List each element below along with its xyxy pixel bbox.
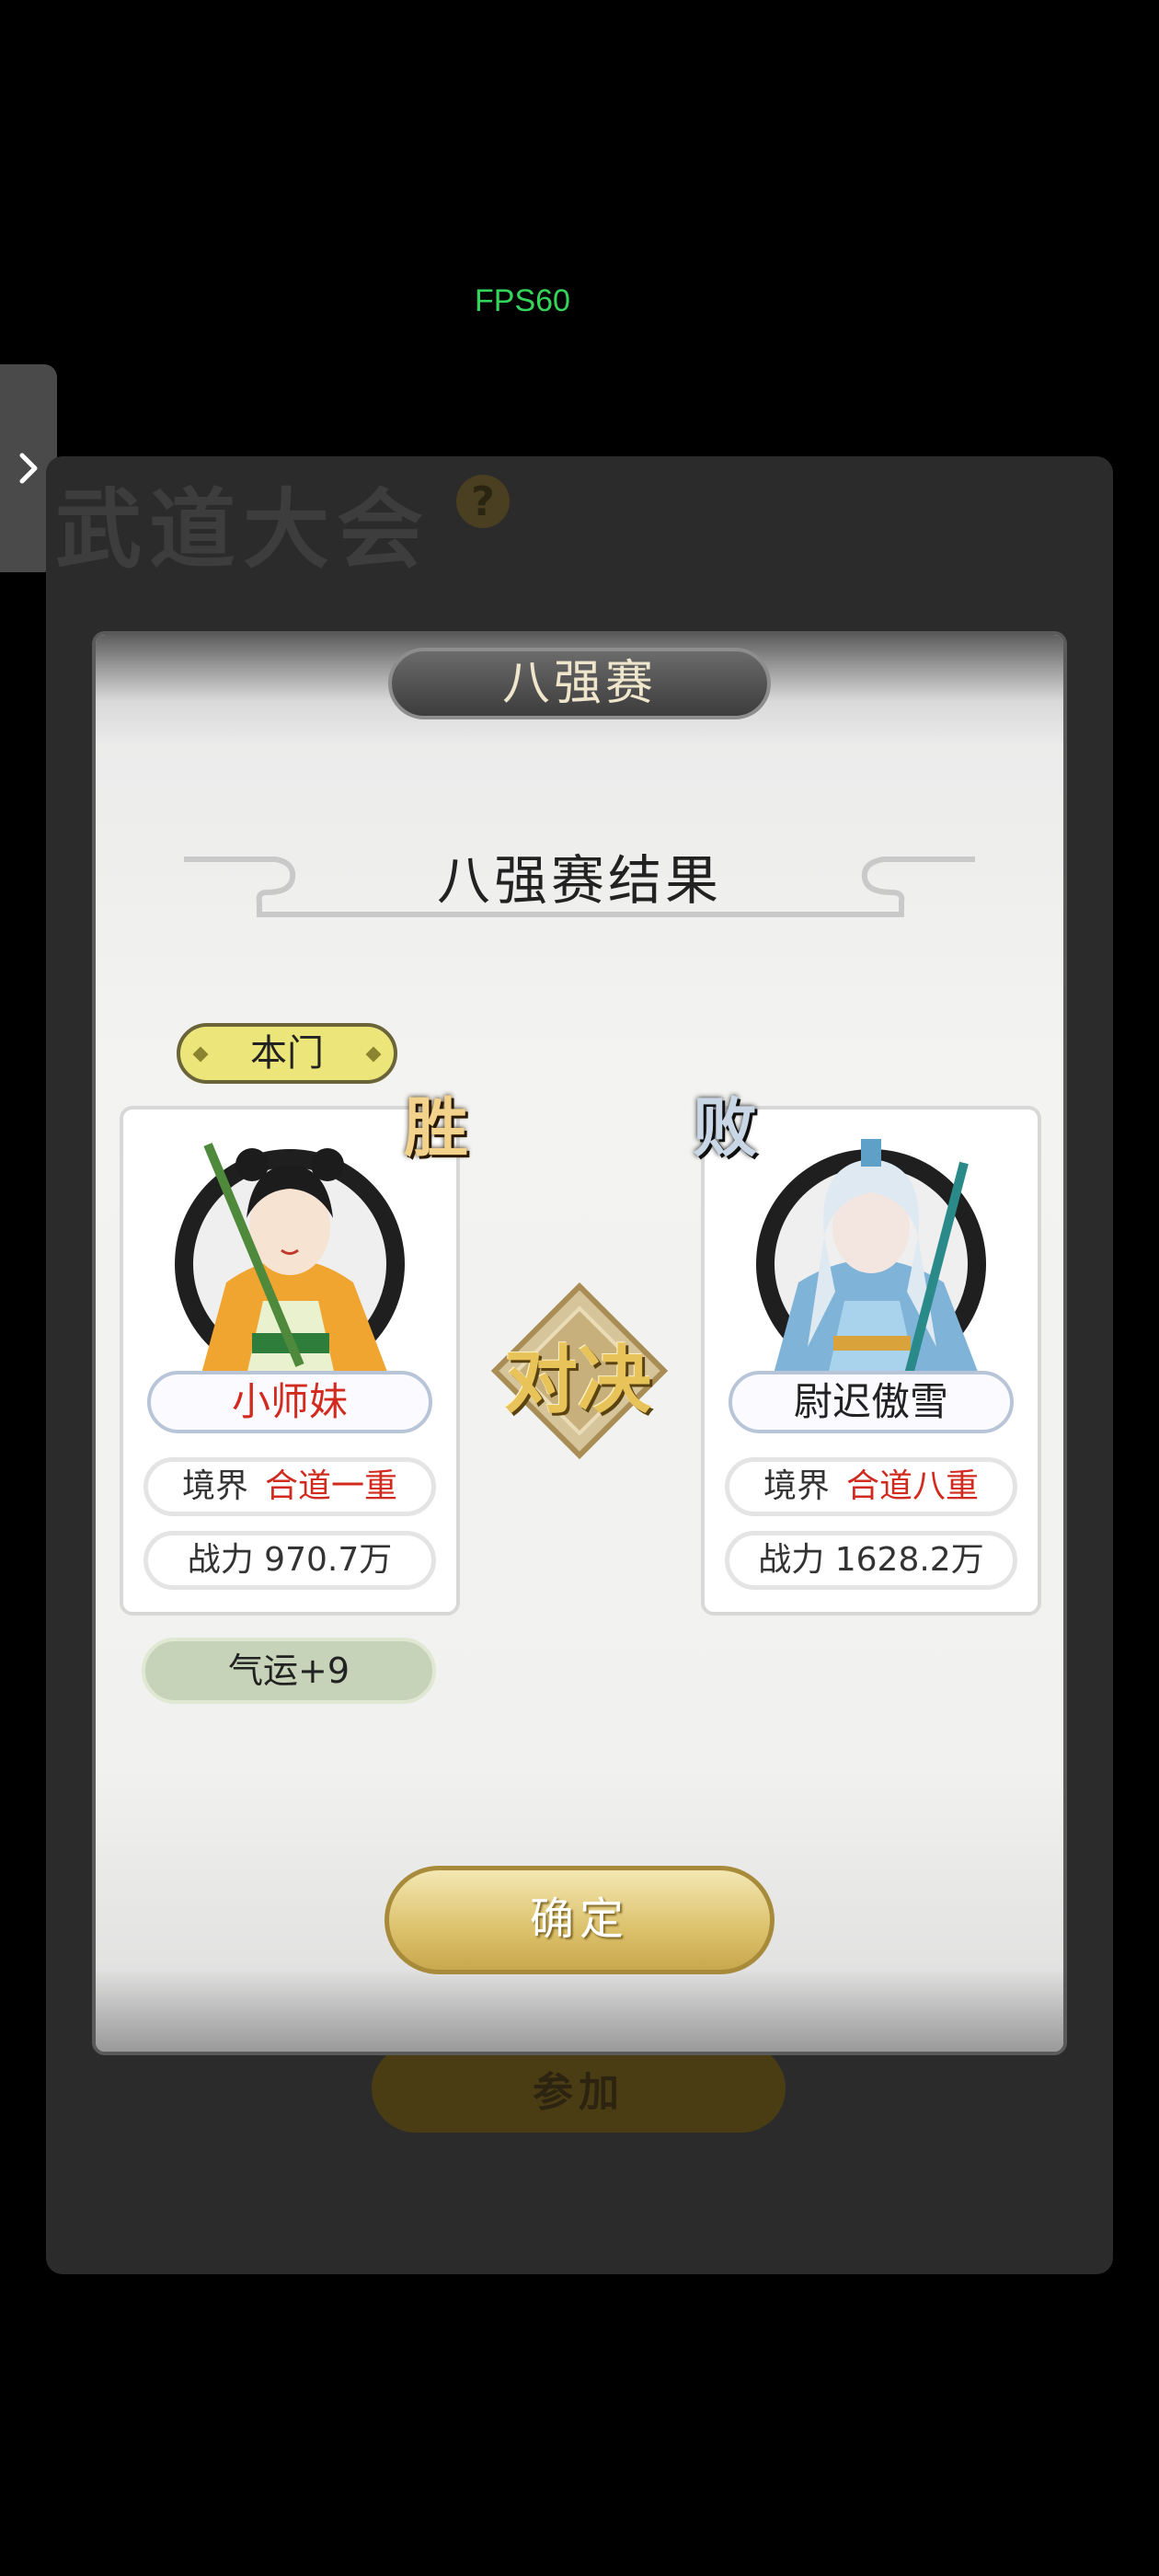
sect-tag: 本门 <box>177 1023 397 1084</box>
win-badge: 胜 <box>404 1088 468 1166</box>
versus-label: 对决 <box>504 1337 651 1423</box>
player-card-right[interactable]: 尉迟傲雪 境界 合道八重 战力 1628.2万 <box>701 1106 1041 1616</box>
stage-banner: 八强赛 <box>388 648 771 719</box>
lose-badge: 败 <box>693 1088 757 1166</box>
join-button[interactable]: 参加 <box>372 2044 786 2133</box>
player-card-left[interactable]: 小师妹 境界 合道一重 战力 970.7万 <box>120 1106 460 1616</box>
power-stat: 战力 970.7万 <box>143 1531 436 1590</box>
character-portrait <box>756 1139 986 1384</box>
result-title: 八强赛结果 <box>436 849 722 912</box>
power-stat: 战力 1628.2万 <box>725 1531 1017 1590</box>
background-title: 武道大会 <box>55 479 431 581</box>
luck-reward: 气运+9 <box>142 1638 436 1704</box>
realm-stat: 境界 合道八重 <box>725 1457 1017 1516</box>
character-portrait <box>175 1143 405 1384</box>
realm-stat: 境界 合道一重 <box>143 1457 436 1516</box>
character-name: 尉迟傲雪 <box>729 1371 1014 1433</box>
confirm-button[interactable]: 确定 <box>384 1866 775 1974</box>
help-icon[interactable]: ? <box>456 475 510 528</box>
character-name: 小师妹 <box>147 1371 432 1433</box>
fps-counter: FPS60 <box>475 283 570 318</box>
chevron-right-icon <box>19 453 38 484</box>
